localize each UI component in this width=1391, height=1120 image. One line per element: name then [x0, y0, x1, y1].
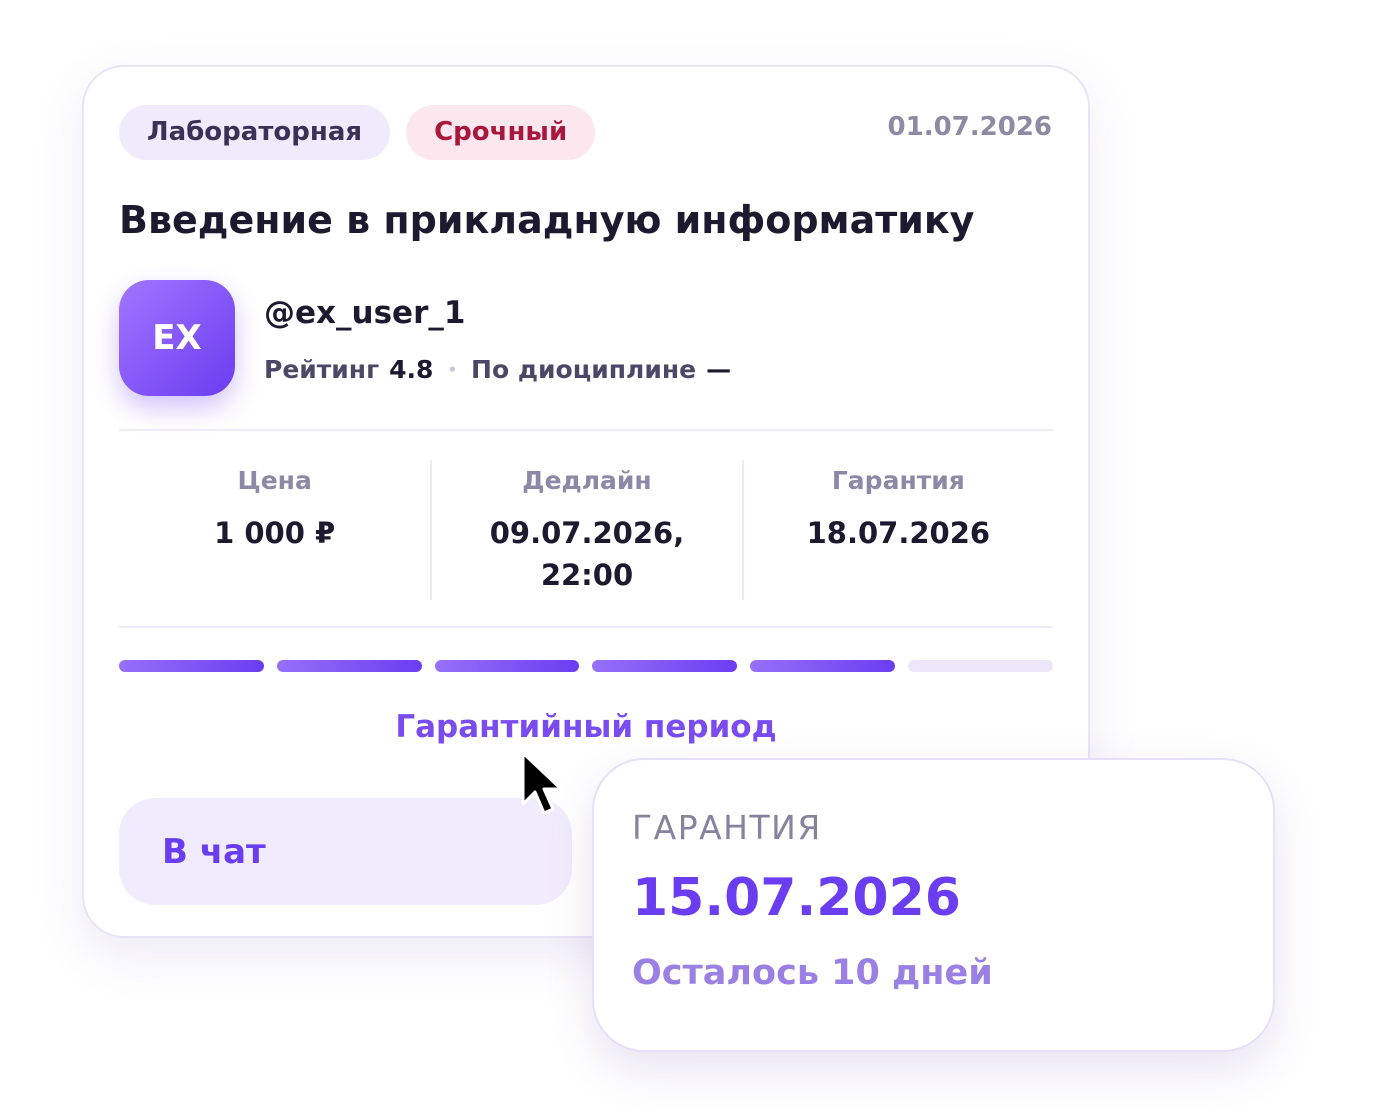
username[interactable]: @ex_user_1: [264, 293, 465, 333]
avatar-initials: EX: [152, 318, 202, 358]
tag-work-type: Лабораторная: [119, 105, 391, 160]
stat-value: 18.07.2026: [806, 516, 991, 550]
tag-list: Лабораторная Срочный: [119, 105, 596, 160]
progress-label-row: Гарантийный период: [119, 707, 1053, 747]
progress-segment: [276, 660, 422, 672]
stat-label: Гарантия: [831, 466, 965, 495]
stat-guarantee: Гарантия 18.07.2026: [741, 460, 1053, 600]
order-title: Введение в прикладную информатику: [119, 198, 975, 242]
divider: [119, 429, 1053, 431]
tooltip-date: 15.07.2026: [632, 868, 961, 928]
divider: [119, 626, 1053, 628]
guarantee-period-link[interactable]: Гарантийный период: [395, 707, 776, 747]
progress-segment: [119, 660, 264, 672]
author-meta: Рейтинг 4.8 • По диоциплине —: [264, 355, 731, 385]
mouse-pointer-icon: [519, 750, 565, 818]
stat-value: 1 000 ₽: [214, 516, 336, 550]
guarantee-tooltip: ГАРАНТИЯ 15.07.2026 Осталось 10 дней: [592, 758, 1275, 1052]
tooltip-heading: ГАРАНТИЯ: [632, 808, 822, 847]
avatar[interactable]: EX: [119, 280, 235, 396]
stat-value: 09.07.2026, 22:00: [489, 516, 685, 592]
tag-urgent: Срочный: [406, 105, 596, 160]
stat-price: Цена 1 000 ₽: [119, 460, 430, 600]
stat-label: Дедлайн: [522, 466, 652, 495]
progress-segment: [592, 660, 738, 672]
tooltip-remaining: Осталось 10 дней: [632, 953, 993, 993]
progress-segment: [750, 660, 896, 672]
guarantee-progress: [119, 660, 1053, 672]
rating-label: Рейтинг: [264, 355, 380, 384]
created-date: 01.07.2026: [887, 112, 1052, 142]
discipline-label: По диоциплине: [471, 355, 697, 384]
chat-button[interactable]: В чат: [119, 798, 572, 905]
meta-separator: •: [447, 361, 458, 379]
rating-value: 4.8: [389, 355, 434, 384]
progress-segment: [908, 660, 1053, 672]
discipline-value: —: [706, 355, 732, 384]
progress-segment: [434, 660, 580, 672]
stat-deadline: Дедлайн 09.07.2026, 22:00: [430, 460, 741, 600]
stat-label: Цена: [237, 466, 312, 495]
order-stats: Цена 1 000 ₽ Дедлайн 09.07.2026, 22:00 Г…: [119, 460, 1053, 600]
